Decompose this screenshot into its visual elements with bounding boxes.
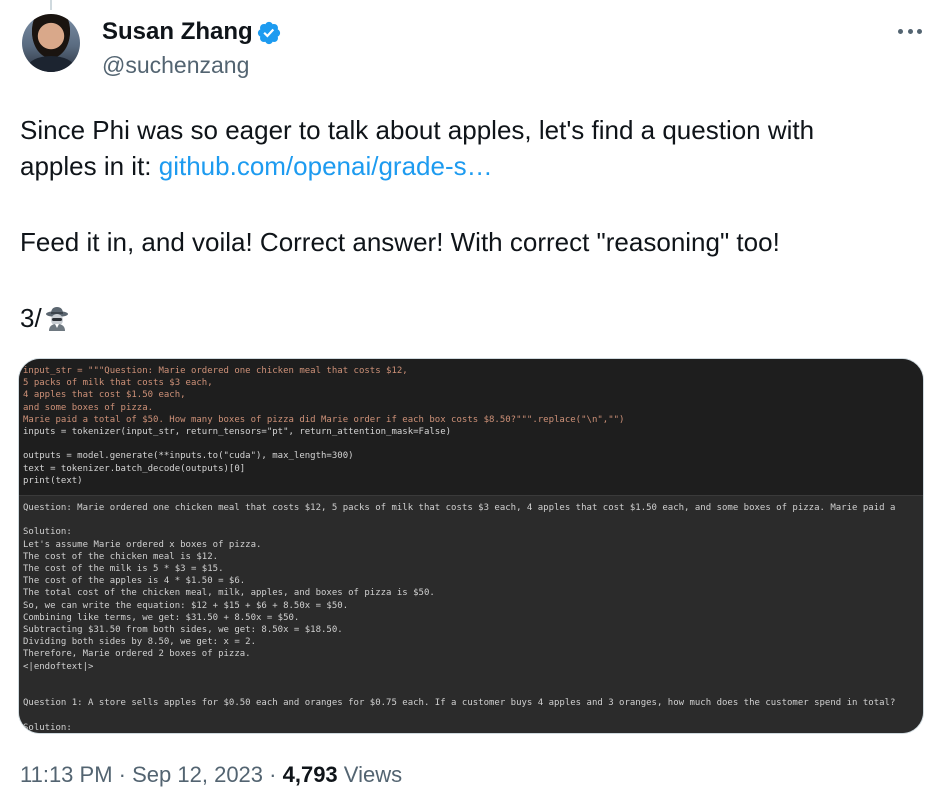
thread-connector-line — [50, 0, 52, 10]
author-name[interactable]: Susan Zhang — [102, 18, 253, 46]
author-handle[interactable]: @suchenzang — [102, 52, 249, 79]
meta-separator: · — [118, 762, 126, 787]
meta-separator: · — [269, 762, 277, 787]
output-line: Question 1: A store sells apples for $0.… — [23, 698, 896, 709]
output-line: Dividing both sides by 8.50, we get: x =… — [23, 637, 256, 648]
output-cell: Question: Marie ordered one chicken meal… — [19, 495, 923, 733]
output-line: Let's assume Marie ordered x boxes of pi… — [23, 539, 262, 550]
tweet-paragraph-3: 3/ — [20, 300, 920, 336]
more-options-icon[interactable] — [896, 18, 924, 44]
tweet-date[interactable]: Sep 12, 2023 — [132, 762, 263, 787]
output-line: Solution: — [23, 722, 72, 733]
tweet-line-2: apples in it: github.com/openai/grade-s… — [20, 148, 920, 184]
output-line: So, we can write the equation: $12 + $15… — [23, 600, 349, 611]
output-line: The cost of the apples is 4 * $1.50 = $6… — [23, 576, 246, 587]
output-line: Question: Marie ordered one chicken meal… — [23, 503, 896, 513]
tweet-metadata: 11:13 PM · Sep 12, 2023 · 4,793 Views — [20, 762, 402, 788]
verified-badge-icon[interactable] — [256, 20, 282, 46]
views-count[interactable]: 4,793 — [283, 762, 338, 787]
code-line: Marie paid a total of $50. How many boxe… — [23, 414, 625, 425]
tweet-line-2-prefix: apples in it: — [20, 151, 159, 181]
code-line: 5 packs of milk that costs $3 each, — [23, 378, 213, 389]
tweet-paragraph-2: Feed it in, and voila! Correct answer! W… — [20, 227, 780, 257]
code-line: input_str = """Question: Marie ordered o… — [23, 366, 408, 376]
output-line: The cost of the milk is 5 * $3 = $15. — [23, 564, 224, 574]
output-line: Subtracting $31.50 from both sides, we g… — [23, 625, 343, 636]
code-screenshot-image[interactable]: input_str = """Question: Marie ordered o… — [18, 358, 924, 734]
code-line: inputs = tokenizer(input_str, return_ten… — [23, 427, 452, 438]
thread-counter: 3/ — [20, 303, 42, 333]
detective-emoji-icon — [45, 307, 68, 331]
output-line: Therefore, Marie ordered 2 boxes of pizz… — [23, 649, 251, 660]
code-cell: input_str = """Question: Marie ordered o… — [19, 359, 923, 495]
code-line: 4 apples that cost $1.50 each, — [23, 390, 186, 401]
code-line: print(text) — [23, 475, 83, 486]
tweet-link[interactable]: github.com/openai/grade-s… — [159, 151, 493, 181]
output-line: <|endoftext|> — [23, 661, 94, 672]
code-line: and some boxes of pizza. — [23, 402, 154, 413]
output-line: The total cost of the chicken meal, milk… — [23, 588, 435, 599]
output-line: Solution: — [23, 527, 72, 538]
code-line: outputs = model.generate(**inputs.to("cu… — [23, 451, 354, 462]
avatar[interactable] — [22, 14, 80, 72]
output-line: The cost of the chicken meal is $12. — [23, 551, 219, 562]
tweet-line-1: Since Phi was so eager to talk about app… — [20, 115, 815, 145]
code-line: text = tokenizer.batch_decode(outputs)[0… — [23, 463, 246, 474]
views-label: Views — [343, 762, 403, 787]
output-line: Combining like terms, we get: $31.50 + 8… — [23, 612, 300, 623]
tweet-text: Since Phi was so eager to talk about app… — [20, 112, 920, 336]
tweet-time[interactable]: 11:13 PM — [20, 762, 113, 787]
